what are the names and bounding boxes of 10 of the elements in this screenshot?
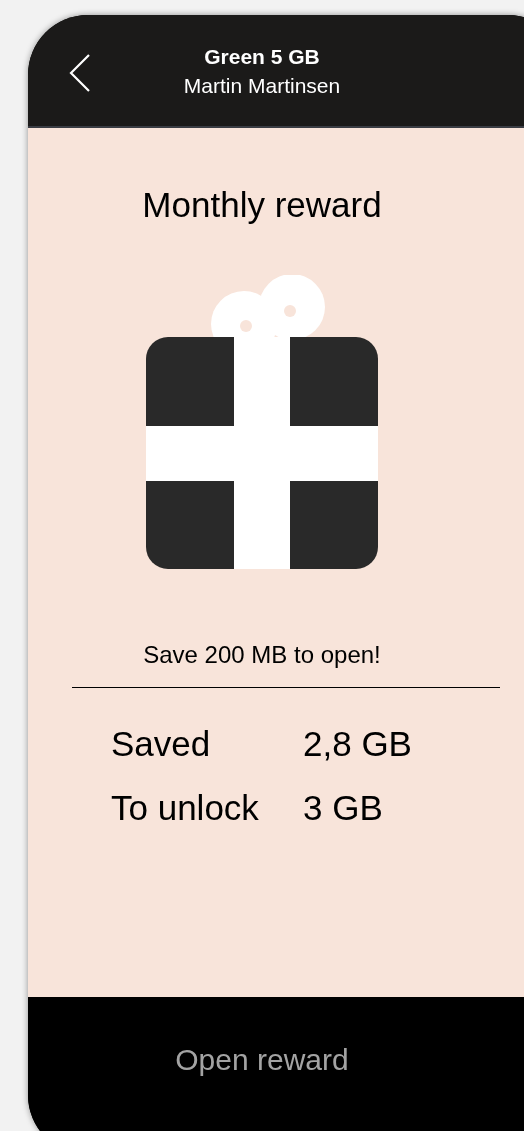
user-name: Martin Martinsen bbox=[183, 72, 341, 99]
stat-value: 2,8 GB bbox=[303, 723, 412, 765]
plan-title: Green 5 GB bbox=[204, 43, 320, 70]
stat-label: Saved bbox=[111, 723, 212, 765]
hint-text: Save 200 MB to open! bbox=[143, 640, 381, 670]
back-icon bbox=[69, 53, 91, 93]
stat-value: 3 GB bbox=[303, 787, 383, 829]
stat-label: To unlock bbox=[111, 787, 260, 829]
gift-icon bbox=[146, 275, 378, 569]
reward-title: Monthly reward bbox=[142, 184, 382, 226]
